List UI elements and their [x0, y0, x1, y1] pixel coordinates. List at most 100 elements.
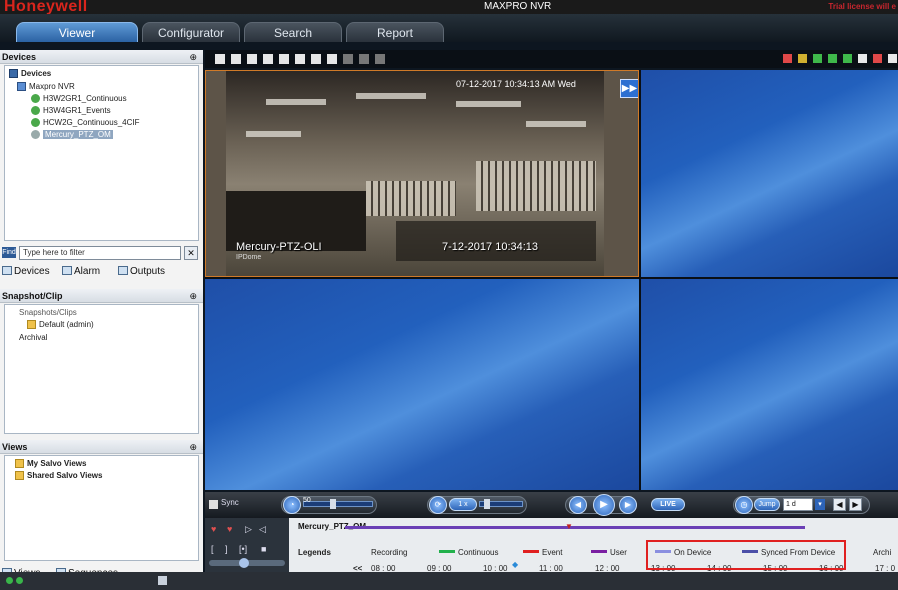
layout-1plus12-icon[interactable]	[327, 54, 337, 64]
continuous-swatch	[439, 550, 455, 553]
record-icon[interactable]	[873, 54, 882, 63]
sync-checkbox[interactable]	[209, 500, 218, 509]
tree-item-camera[interactable]: H3W4GR1_Events	[31, 106, 111, 116]
layout-custom-icon[interactable]	[359, 54, 369, 64]
filter-clear-icon[interactable]: ✕	[184, 246, 198, 260]
pin-icon[interactable]: ⊕	[189, 50, 197, 64]
settings-icon[interactable]	[888, 54, 897, 63]
fullscreen-icon[interactable]	[858, 54, 867, 63]
save-clip-icon[interactable]: ■	[261, 544, 266, 554]
tab-report[interactable]: Report	[346, 22, 444, 42]
rate-slider[interactable]	[479, 499, 523, 509]
jump-button[interactable]: Jump	[754, 498, 780, 511]
tab-search[interactable]: Search	[244, 22, 342, 42]
tab-viewer[interactable]: Viewer	[16, 22, 138, 42]
layout-4x4-icon[interactable]	[263, 54, 273, 64]
tab-alarm[interactable]: Alarm	[62, 266, 100, 277]
speed-slider-thumb[interactable]	[330, 499, 336, 509]
bracket-open-icon[interactable]: [	[211, 544, 214, 554]
nvr-icon	[17, 82, 26, 92]
play-icon[interactable]: ▶	[593, 494, 615, 516]
tree-item-my-salvo-views[interactable]: My Salvo Views	[15, 459, 86, 469]
layout-custom-icon[interactable]	[375, 54, 385, 64]
rate-icon[interactable]: ⟳	[429, 496, 447, 514]
layout-1x1-icon[interactable]	[215, 54, 225, 64]
tab-devices[interactable]: Devices	[2, 266, 50, 277]
layout-custom-icon[interactable]	[343, 54, 353, 64]
alarm-icon	[62, 266, 72, 275]
tree-item-archival[interactable]: Archival	[19, 333, 47, 342]
tree-item-camera[interactable]: HCW2G_Continuous_4CIF	[31, 118, 139, 128]
snapshot-icon[interactable]	[843, 54, 852, 63]
marker-start-icon[interactable]: ♥	[211, 524, 216, 534]
find-label: Find	[2, 247, 16, 258]
pin-icon[interactable]: ⊕	[189, 289, 197, 303]
live-button[interactable]: LIVE	[651, 498, 685, 511]
status-user-icon	[158, 576, 167, 585]
export-start-icon[interactable]: ▷	[245, 524, 252, 534]
layout-5x5-icon[interactable]	[279, 54, 289, 64]
rate-value[interactable]: 1 x	[449, 498, 477, 511]
filter-input[interactable]: Type here to filter	[19, 246, 181, 260]
close-all-icon[interactable]	[783, 54, 792, 63]
snapshot-tree: Snapshots/Clips Default (admin) Archival	[4, 304, 199, 434]
legend-event: Event	[523, 548, 562, 557]
left-pane: Devices ⊕ Devices Maxpro NVR H3W2GR1_Con…	[0, 50, 203, 590]
jump-value-input[interactable]: 1 d	[783, 498, 813, 511]
scene-light	[356, 93, 426, 99]
pin-icon[interactable]: ⊕	[189, 440, 197, 454]
jump-forward-icon[interactable]: ▶	[849, 498, 862, 511]
tab-configurator[interactable]: Configurator	[142, 22, 240, 42]
recording-track[interactable]	[345, 526, 805, 529]
tree-item-camera-selected[interactable]: Mercury_PTZ_OM	[31, 130, 113, 140]
step-forward-icon[interactable]: ▶	[619, 496, 637, 514]
video-cell-empty[interactable]	[641, 70, 898, 277]
bracket-close-icon[interactable]: ]	[225, 544, 228, 554]
layout-2x2-icon[interactable]	[231, 54, 241, 64]
bookmark-icon[interactable]: ◆	[512, 560, 518, 569]
speed-icon[interactable]: ◔	[283, 496, 301, 514]
tree-item-shared-salvo-views[interactable]: Shared Salvo Views	[15, 471, 102, 481]
folder-icon	[27, 320, 36, 330]
jump-dropdown-icon[interactable]: ▾	[815, 499, 825, 510]
current-position-icon[interactable]: ▼	[565, 522, 573, 531]
legends-label: Legends	[298, 548, 331, 557]
step-back-icon[interactable]: ◀	[569, 496, 587, 514]
layout-1plus5-icon[interactable]	[295, 54, 305, 64]
zoom-slider[interactable]	[209, 558, 285, 568]
rate-slider-thumb[interactable]	[484, 499, 490, 509]
camera-online-icon	[31, 118, 40, 128]
app-title: MAXPRO NVR	[484, 1, 552, 12]
layout-3x3-icon[interactable]	[247, 54, 257, 64]
video-cell-empty[interactable]	[641, 279, 898, 490]
playback-bar: Sync ◔ 50 ⟳ 1 x ◀ ▶ ▶ LIVE ◷ Jump 1 d ▾ …	[205, 492, 898, 518]
video-cell-empty[interactable]	[205, 279, 639, 490]
salvo-icon[interactable]	[828, 54, 837, 63]
layout-1plus7-icon[interactable]	[311, 54, 321, 64]
video-cell-camera[interactable]: 07-12-2017 10:34:13 AM Wed ▶▶ Mercury-PT…	[205, 70, 639, 277]
tree-item-snapshots[interactable]: Snapshots/Clips	[19, 308, 77, 317]
jump-back-icon[interactable]: ◀	[833, 498, 846, 511]
tree-item-default[interactable]: Default (admin)	[27, 320, 94, 330]
sequence-icon[interactable]	[813, 54, 822, 63]
jump-icon[interactable]: ◷	[735, 496, 753, 514]
export-end-icon[interactable]: ◁	[259, 524, 266, 534]
status-ok-icon	[6, 577, 13, 584]
speed-value: 50	[303, 497, 311, 504]
views-panel-header: Views ⊕	[0, 440, 203, 454]
tree-item-camera[interactable]: H3W2GR1_Continuous	[31, 94, 127, 104]
tree-item-devices[interactable]: Devices	[9, 69, 51, 79]
timeline-controls: ♥ ♥ ▷ ◁ [ ] [•] ■	[205, 518, 289, 572]
tab-outputs[interactable]: Outputs	[118, 266, 165, 277]
marker-end-icon[interactable]: ♥	[227, 524, 232, 534]
zoom-slider-thumb[interactable]	[239, 558, 249, 568]
legend-recording: Recording	[371, 548, 408, 557]
event-swatch	[523, 550, 539, 553]
speed-slider[interactable]	[303, 499, 373, 509]
forward-icon[interactable]: ▶▶	[620, 79, 638, 98]
views-panel-title: Views	[2, 442, 28, 452]
tree-item-nvr[interactable]: Maxpro NVR	[17, 82, 75, 92]
clip-icon[interactable]: [•]	[239, 544, 247, 554]
devices-panel-title: Devices	[2, 52, 37, 62]
alarm-view-icon[interactable]	[798, 54, 807, 63]
